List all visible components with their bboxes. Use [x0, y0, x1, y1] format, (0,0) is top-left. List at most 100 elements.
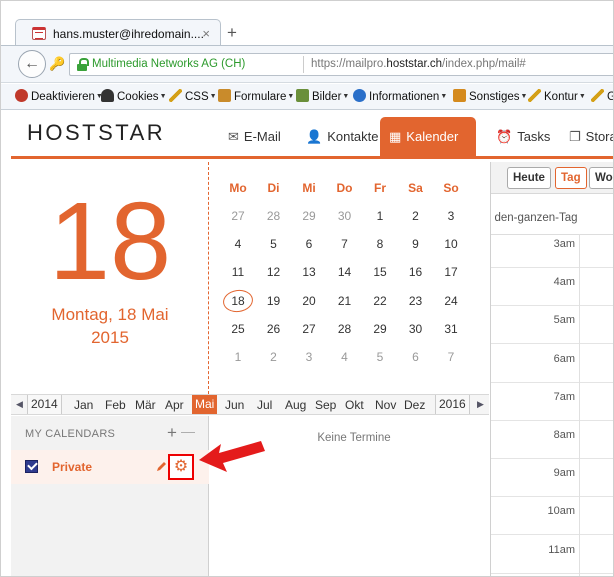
- hour-slot[interactable]: [491, 534, 613, 536]
- calendar-day[interactable]: 1: [362, 209, 398, 223]
- month-2[interactable]: Mär: [135, 398, 156, 412]
- addon-more[interactable]: G: [591, 89, 613, 103]
- calendar-day[interactable]: 7: [433, 350, 469, 364]
- nav-email[interactable]: ✉ E-Mail: [219, 117, 290, 156]
- calendar-day[interactable]: 1: [220, 350, 256, 364]
- calendar-day[interactable]: 6: [398, 350, 434, 364]
- day-view-button[interactable]: Tag: [555, 167, 587, 189]
- month-11[interactable]: Dez: [404, 398, 425, 412]
- month-7[interactable]: Aug: [285, 398, 306, 412]
- nav-calendar[interactable]: ▦ Kalender: [380, 117, 476, 156]
- calendar-day[interactable]: 19: [256, 294, 292, 308]
- calendar-day[interactable]: 8: [362, 237, 398, 251]
- month-8[interactable]: Sep: [315, 398, 336, 412]
- edit-pencil-icon[interactable]: [156, 460, 168, 472]
- calendar-item-private[interactable]: Private ⚙: [11, 450, 209, 484]
- calendar-day[interactable]: 16: [398, 265, 434, 279]
- addon-kontur[interactable]: Kontur▼: [528, 89, 586, 103]
- addon-css[interactable]: CSS▼: [169, 89, 217, 103]
- calendar-day[interactable]: 3: [433, 209, 469, 223]
- key-icon[interactable]: 🔑: [49, 56, 65, 72]
- calendar-day[interactable]: 12: [256, 265, 292, 279]
- browser-tab[interactable]: hans.muster@ihredomain.... ×: [15, 19, 221, 47]
- calendar-day[interactable]: 30: [327, 209, 363, 223]
- hour-slot[interactable]: [491, 305, 613, 307]
- add-calendar-button[interactable]: +: [167, 423, 177, 443]
- addon-deaktivieren[interactable]: Deaktivieren▼: [15, 89, 103, 103]
- calendar-day[interactable]: 7: [327, 237, 363, 251]
- calendar-day[interactable]: 5: [362, 350, 398, 364]
- calendar-day[interactable]: 2: [256, 350, 292, 364]
- calendar-day[interactable]: 24: [433, 294, 469, 308]
- hour-slot[interactable]: [491, 267, 613, 268]
- url-bar[interactable]: Multimedia Networks AG (CH) https://mail…: [69, 53, 613, 76]
- prev-year[interactable]: 2014: [27, 395, 62, 414]
- addon-informationen[interactable]: Informationen▼: [353, 89, 447, 103]
- calendar-day[interactable]: 11: [220, 265, 256, 279]
- week-view-button[interactable]: Wo: [589, 167, 613, 189]
- hoststar-logo[interactable]: HOSTSTAR: [27, 120, 165, 146]
- calendar-day[interactable]: 29: [362, 322, 398, 336]
- calendar-day[interactable]: 9: [398, 237, 434, 251]
- calendar-day[interactable]: 27: [291, 322, 327, 336]
- calendar-day[interactable]: 29: [291, 209, 327, 223]
- tab-close-icon[interactable]: ×: [202, 26, 210, 41]
- nav-storage[interactable]: ❐ Stora: [560, 117, 613, 156]
- hour-slot[interactable]: [491, 381, 613, 383]
- calendar-checkbox[interactable]: [25, 460, 38, 473]
- today-button[interactable]: Heute: [507, 167, 551, 189]
- calendar-day[interactable]: 27: [220, 209, 256, 223]
- calendar-day[interactable]: 4: [327, 350, 363, 364]
- calendar-day[interactable]: 20: [291, 294, 327, 308]
- back-arrow-icon[interactable]: ←: [18, 50, 46, 78]
- calendar-day[interactable]: 4: [220, 237, 256, 251]
- calendar-day[interactable]: 17: [433, 265, 469, 279]
- addon-formulare[interactable]: Formulare▼: [218, 89, 294, 103]
- remove-calendar-button[interactable]: —: [181, 423, 195, 439]
- new-tab-button[interactable]: +: [227, 23, 237, 43]
- site-identity[interactable]: Multimedia Networks AG (CH): [92, 58, 245, 70]
- prev-year-arrow-icon[interactable]: ◀: [16, 399, 23, 410]
- nav-tasks[interactable]: ⏰ Tasks: [487, 117, 559, 156]
- calendar-day[interactable]: 26: [256, 322, 292, 336]
- calendar-day[interactable]: 28: [256, 209, 292, 223]
- hour-slot[interactable]: [491, 496, 613, 498]
- month-0[interactable]: Jan: [74, 398, 93, 412]
- calendar-day[interactable]: 23: [398, 294, 434, 308]
- calendar-day[interactable]: 22: [362, 294, 398, 308]
- hour-slot[interactable]: [491, 343, 613, 345]
- next-year-arrow-icon[interactable]: ▶: [477, 399, 484, 410]
- calendar-day[interactable]: 6: [291, 237, 327, 251]
- addon-cookies[interactable]: Cookies▼: [101, 89, 167, 103]
- calendar-day[interactable]: 21: [327, 294, 363, 308]
- hour-slot[interactable]: [491, 572, 613, 574]
- calendar-day[interactable]: 31: [433, 322, 469, 336]
- month-6[interactable]: Jul: [257, 398, 272, 412]
- month-10[interactable]: Nov: [375, 398, 396, 412]
- calendar-day[interactable]: 13: [291, 265, 327, 279]
- addon-sonstiges[interactable]: Sonstiges▼: [453, 89, 527, 103]
- hour-slot[interactable]: [491, 458, 613, 459]
- next-year[interactable]: 2016: [435, 395, 470, 414]
- calendar-day[interactable]: 30: [398, 322, 434, 336]
- calendar-day[interactable]: 10: [433, 237, 469, 251]
- calendar-day[interactable]: 15: [362, 265, 398, 279]
- hour-slot[interactable]: [491, 419, 613, 421]
- calendar-day[interactable]: 5: [256, 237, 292, 251]
- calendar-day[interactable]: 2: [398, 209, 434, 223]
- calendar-day[interactable]: 3: [291, 350, 327, 364]
- month-3[interactable]: Apr: [165, 398, 184, 412]
- month-9[interactable]: Okt: [345, 398, 364, 412]
- calendar-day[interactable]: 28: [327, 322, 363, 336]
- addon-bilder[interactable]: Bilder▼: [296, 89, 349, 103]
- calendar-name[interactable]: Private: [52, 460, 92, 474]
- pencil-icon: [169, 89, 182, 102]
- calendar-day[interactable]: 14: [327, 265, 363, 279]
- url-text[interactable]: https://mailpro.hoststar.ch/index.php/ma…: [311, 58, 526, 70]
- month-1[interactable]: Feb: [105, 398, 126, 412]
- calendar-day[interactable]: 25: [220, 322, 256, 336]
- month-5[interactable]: Jun: [225, 398, 244, 412]
- month-4[interactable]: Mai: [192, 395, 218, 414]
- calendar-settings-gear-icon[interactable]: ⚙: [168, 454, 194, 480]
- nav-contacts[interactable]: 👤 Kontakte: [297, 117, 388, 156]
